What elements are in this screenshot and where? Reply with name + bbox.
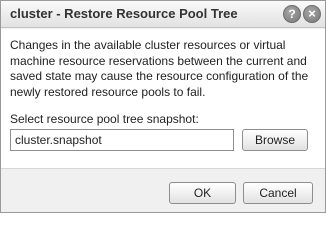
browse-button[interactable]: Browse xyxy=(242,129,308,151)
snapshot-field-label: Select resource pool tree snapshot: xyxy=(10,112,199,126)
help-icon[interactable]: ? xyxy=(283,5,301,23)
dialog-body: Changes in the available cluster resourc… xyxy=(1,29,325,169)
close-icon[interactable]: × xyxy=(303,5,321,23)
cancel-button[interactable]: Cancel xyxy=(243,182,313,204)
restore-resource-pool-tree-dialog: cluster - Restore Resource Pool Tree ? ×… xyxy=(0,0,326,213)
dialog-footer: OK Cancel xyxy=(1,170,325,212)
dialog-title: cluster - Restore Resource Pool Tree xyxy=(10,6,238,21)
warning-description: Changes in the available cluster resourc… xyxy=(10,38,309,99)
snapshot-path-input[interactable] xyxy=(10,129,234,151)
dialog-titlebar[interactable]: cluster - Restore Resource Pool Tree ? × xyxy=(1,1,325,28)
ok-button[interactable]: OK xyxy=(169,182,236,204)
